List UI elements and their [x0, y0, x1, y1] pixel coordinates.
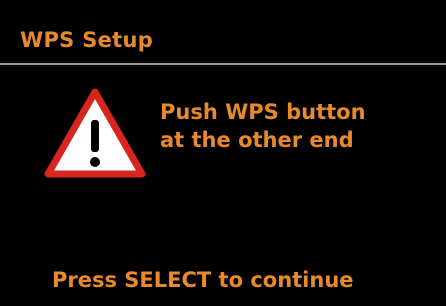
header-divider [0, 63, 446, 65]
warning-icon [44, 88, 146, 178]
wps-instruction-message: Push WPS button at the other end [160, 98, 366, 154]
message-line-1: Push WPS button [160, 100, 366, 124]
select-continue-hint: Press SELECT to continue [52, 268, 354, 292]
screen-title: WPS Setup [20, 28, 154, 52]
wps-setup-screen: WPS Setup Push WPS button at the other e… [0, 0, 446, 306]
message-line-2: at the other end [160, 128, 354, 152]
